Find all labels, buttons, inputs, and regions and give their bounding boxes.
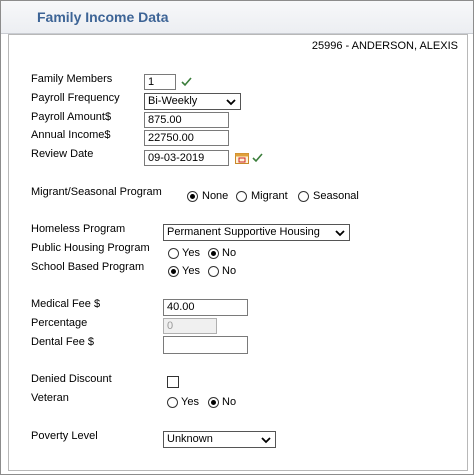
homeless-program-label: Homeless Program: [31, 223, 126, 235]
school-based-label: School Based Program: [31, 261, 145, 273]
payroll-frequency-label: Payroll Frequency: [31, 92, 120, 104]
dental-fee-label: Dental Fee $: [31, 336, 94, 348]
school-based-no-radio[interactable]: [208, 266, 219, 277]
public-housing-no-radio[interactable]: [208, 248, 219, 259]
family-members-label: Family Members: [31, 73, 113, 85]
poverty-level-select[interactable]: Unknown: [163, 431, 276, 448]
school-based-yes-label: Yes: [182, 265, 200, 277]
chevron-down-icon: [226, 99, 236, 106]
review-date-label: Review Date: [31, 148, 94, 160]
public-housing-label: Public Housing Program: [31, 242, 150, 254]
poverty-level-value: Unknown: [167, 433, 213, 445]
chevron-down-icon: [261, 437, 271, 444]
school-based-no-label: No: [222, 265, 237, 277]
migrant-seasonal-radio[interactable]: [298, 191, 309, 202]
calendar-icon[interactable]: [235, 152, 249, 164]
payroll-amount-input[interactable]: 875.00: [144, 112, 229, 128]
homeless-program-select[interactable]: Permanent Supportive Housing: [163, 224, 350, 241]
payroll-amount-label: Payroll Amount$: [31, 111, 112, 123]
dental-fee-input[interactable]: [163, 336, 248, 354]
homeless-program-value: Permanent Supportive Housing: [167, 226, 320, 238]
veteran-no-radio[interactable]: [208, 397, 219, 408]
percentage-input: 0: [163, 318, 217, 334]
public-housing-no-label: No: [222, 247, 237, 259]
school-based-yes-radio[interactable]: [168, 266, 179, 277]
denied-discount-label: Denied Discount: [31, 373, 112, 385]
dialog-window: Family Income Data 25996 - ANDERSON, ALE…: [0, 0, 474, 475]
migrant-none-radio[interactable]: [187, 191, 198, 202]
veteran-no-label: No: [222, 396, 237, 408]
payroll-frequency-value: Bi-Weekly: [148, 95, 198, 107]
annual-income-label: Annual Income$: [31, 129, 111, 141]
veteran-label: Veteran: [31, 392, 69, 404]
check-icon: [181, 77, 192, 87]
migrant-migrant-label: Migrant: [251, 190, 288, 202]
poverty-level-label: Poverty Level: [31, 430, 98, 442]
denied-discount-checkbox[interactable]: [167, 376, 179, 388]
percentage-label: Percentage: [31, 317, 88, 329]
title-bar: Family Income Data: [1, 1, 473, 34]
client-name: 25996 - ANDERSON, ALEXIS: [311, 40, 458, 52]
annual-income-input[interactable]: 22750.00: [144, 130, 229, 146]
chevron-down-icon: [335, 230, 345, 237]
public-housing-yes-radio[interactable]: [168, 248, 179, 259]
veteran-yes-label: Yes: [181, 396, 199, 408]
medical-fee-label: Medical Fee $: [31, 298, 101, 310]
payroll-frequency-select[interactable]: Bi-Weekly: [144, 93, 241, 110]
migrant-none-label: None: [202, 190, 229, 202]
review-date-input[interactable]: 09-03-2019: [144, 150, 229, 166]
veteran-yes-radio[interactable]: [167, 397, 178, 408]
migrant-migrant-radio[interactable]: [236, 191, 247, 202]
public-housing-yes-label: Yes: [182, 247, 200, 259]
migrant-seasonal-label: Migrant/Seasonal Program: [31, 186, 162, 198]
window-title: Family Income Data: [37, 9, 169, 25]
family-members-input[interactable]: 1: [144, 74, 176, 90]
migrant-seasonal-option-label: Seasonal: [313, 190, 359, 202]
medical-fee-input[interactable]: 40.00: [163, 299, 248, 316]
check-icon: [252, 153, 263, 163]
